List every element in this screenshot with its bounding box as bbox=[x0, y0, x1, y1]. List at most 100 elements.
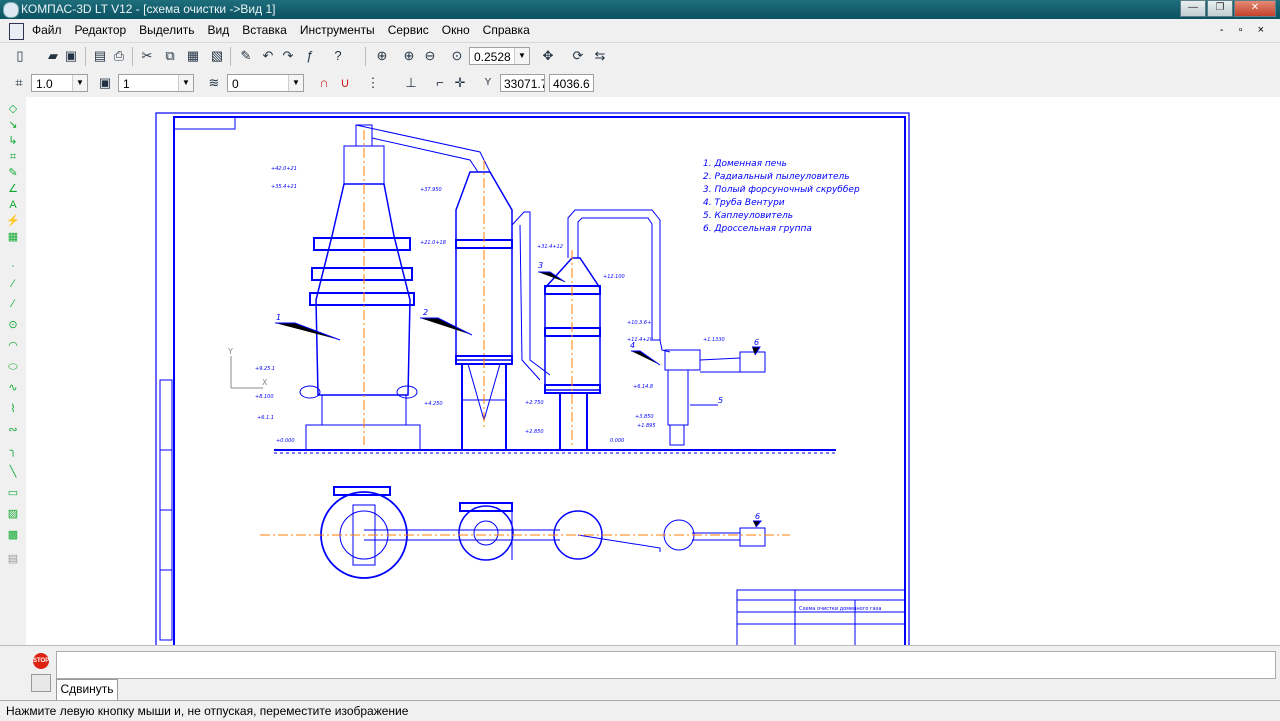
elevation-mark: +37.950 bbox=[420, 187, 442, 193]
help-cursor-icon[interactable]: ? bbox=[330, 48, 346, 64]
new-document-icon[interactable]: ▯ bbox=[12, 48, 28, 64]
zoom-combo[interactable]: 0.2528 ▼ bbox=[469, 47, 530, 65]
chamfer-tool-icon[interactable]: ╲ bbox=[5, 465, 21, 479]
fillet-tool-icon[interactable]: ╮ bbox=[5, 444, 21, 458]
contour-tool-icon[interactable]: ▩ bbox=[5, 528, 21, 542]
elevation-mark: +21.0+18 bbox=[420, 240, 446, 246]
maximize-button[interactable]: ❐ bbox=[1207, 0, 1233, 17]
parametrize-tool-icon[interactable]: ✎ bbox=[5, 166, 21, 180]
chevron-down-icon[interactable]: ▼ bbox=[288, 75, 303, 91]
arc-tool-icon[interactable]: ◠ bbox=[5, 339, 21, 353]
layer-value: 1 bbox=[123, 77, 130, 91]
snap-point-icon[interactable]: ✛ bbox=[452, 75, 468, 91]
snap-magnet-icon[interactable]: ∩ bbox=[316, 75, 332, 91]
measure-tool-icon[interactable]: ∠ bbox=[5, 182, 21, 196]
chevron-down-icon[interactable]: ▼ bbox=[514, 48, 529, 64]
elevation-mark: +42.0+21 bbox=[271, 166, 297, 172]
function-icon[interactable]: ƒ bbox=[302, 48, 318, 64]
snap-magnet-off-icon[interactable]: ∪ bbox=[337, 75, 353, 91]
legend-item: 5. Каплеуловитель bbox=[703, 211, 793, 221]
menu-help[interactable]: Справка bbox=[483, 23, 530, 37]
coord-y-field[interactable]: 4036.6 bbox=[549, 74, 594, 92]
redo-icon[interactable]: ↷ bbox=[280, 48, 296, 64]
tab-pan[interactable]: Сдвинуть bbox=[56, 679, 118, 700]
hatch-tool-icon[interactable]: ▨ bbox=[5, 507, 21, 521]
menu-select[interactable]: Выделить bbox=[139, 23, 194, 37]
close-button[interactable]: ✕ bbox=[1234, 0, 1276, 17]
spline-tool-icon[interactable]: ∿ bbox=[5, 381, 21, 395]
pan-icon[interactable]: ✥ bbox=[540, 48, 556, 64]
open-folder-icon[interactable]: ▰ bbox=[45, 48, 61, 64]
menu-bar: Файл Редактор Выделить Вид Вставка Инстр… bbox=[0, 19, 1280, 43]
edit-tool-icon[interactable]: ⌗ bbox=[5, 150, 21, 164]
chevron-down-icon[interactable]: ▼ bbox=[72, 75, 87, 91]
legend-item: 4. Труба Вентури bbox=[703, 198, 785, 208]
local-cs-icon[interactable]: ⊥ bbox=[403, 75, 419, 91]
menu-edit[interactable]: Редактор bbox=[75, 23, 127, 37]
zoom-scale-icon[interactable]: ⊙ bbox=[449, 48, 465, 64]
drawing-svg: Y X 1. Доменная печь 2. Радиальный пылеу… bbox=[155, 112, 910, 645]
circle-tool-icon[interactable]: ⊙ bbox=[5, 318, 21, 332]
chevron-down-icon[interactable]: ▼ bbox=[178, 75, 193, 91]
refresh-view-icon[interactable]: ⟳ bbox=[570, 48, 586, 64]
style-combo[interactable]: 0 ▼ bbox=[227, 74, 304, 92]
segment-tool-icon[interactable]: ∕ bbox=[5, 297, 21, 311]
zoom-window-icon[interactable]: ⊕ bbox=[374, 48, 390, 64]
rectangle-tool-icon[interactable]: ▭ bbox=[5, 486, 21, 500]
report-tool-icon[interactable]: ▦ bbox=[5, 230, 21, 244]
elevation-mark: +1.895 bbox=[637, 423, 656, 429]
select-tool-icon[interactable]: A bbox=[5, 198, 21, 212]
polyline-tool-icon[interactable]: ⌇ bbox=[5, 402, 21, 416]
undo-icon[interactable]: ↶ bbox=[260, 48, 276, 64]
kompas-app-icon[interactable] bbox=[3, 2, 19, 18]
options-icon[interactable] bbox=[31, 674, 51, 692]
geometry-tool-icon[interactable]: ◇ bbox=[5, 102, 21, 116]
window-title: КОМПАС-3D LT V12 - [схема очистки ->Вид … bbox=[21, 2, 276, 16]
spec-tool-icon[interactable]: ⚡ bbox=[5, 214, 21, 228]
save-icon[interactable]: ▣ bbox=[63, 48, 79, 64]
elevation-mark: +31.4+12 bbox=[537, 244, 563, 250]
preview-icon[interactable]: ▤ bbox=[92, 48, 108, 64]
show-all-icon[interactable]: ⇆ bbox=[592, 48, 608, 64]
aux-line-tool-icon[interactable]: ⁄ bbox=[5, 277, 21, 291]
menu-insert[interactable]: Вставка bbox=[242, 23, 287, 37]
ellipse-tool-icon[interactable]: ⬭ bbox=[5, 360, 21, 374]
coord-x-field[interactable]: 33071.7 bbox=[500, 74, 545, 92]
line-scale-combo[interactable]: 1.0 ▼ bbox=[31, 74, 88, 92]
point-tool-icon[interactable]: · bbox=[5, 259, 21, 273]
menu-view[interactable]: Вид bbox=[208, 23, 230, 37]
designations-tool-icon[interactable]: ↳ bbox=[5, 134, 21, 148]
line-style-icon[interactable]: ⌗ bbox=[11, 75, 27, 91]
menu-window[interactable]: Окно bbox=[442, 23, 470, 37]
callout-number: 2 bbox=[423, 308, 428, 317]
legend: 1. Доменная печь 2. Радиальный пылеулови… bbox=[703, 159, 860, 234]
mdi-window-controls[interactable]: - ▫ × bbox=[1220, 24, 1270, 36]
cut-icon[interactable]: ✂ bbox=[139, 48, 155, 64]
zoom-in-icon[interactable]: ⊕ bbox=[401, 48, 417, 64]
document-icon[interactable] bbox=[9, 23, 24, 40]
layer-icon[interactable]: ▣ bbox=[97, 75, 113, 91]
menu-service[interactable]: Сервис bbox=[388, 23, 429, 37]
elevation-mark: 0.000 bbox=[610, 438, 624, 444]
command-parameters-field[interactable] bbox=[56, 651, 1276, 679]
layer-combo[interactable]: 1 ▼ bbox=[118, 74, 194, 92]
drawing-canvas[interactable]: Y X 1. Доменная печь 2. Радиальный пылеу… bbox=[26, 97, 1280, 645]
menu-file[interactable]: Файл bbox=[32, 23, 62, 37]
paste-icon[interactable]: ▦ bbox=[185, 48, 201, 64]
collection-tool-icon[interactable]: ▤ bbox=[5, 552, 21, 566]
paste-special-icon[interactable]: ▧ bbox=[209, 48, 225, 64]
status-bar: Нажмите левую кнопку мыши и, не отпуская… bbox=[0, 700, 1280, 721]
format-brush-icon[interactable]: ✎ bbox=[238, 48, 254, 64]
copy-icon[interactable]: ⧉ bbox=[162, 48, 178, 64]
menu-tools[interactable]: Инструменты bbox=[300, 23, 375, 37]
ortho-icon[interactable]: ⌐ bbox=[432, 75, 448, 91]
stop-icon[interactable]: STOP bbox=[33, 653, 49, 669]
grid-icon[interactable]: ⋮ bbox=[365, 75, 381, 91]
bezier-tool-icon[interactable]: ∾ bbox=[5, 423, 21, 437]
minimize-button[interactable]: — bbox=[1180, 0, 1206, 17]
print-icon[interactable]: ⎙ bbox=[111, 48, 127, 64]
elevation-mark: +35.4+21 bbox=[271, 184, 297, 190]
style-icon[interactable]: ≋ bbox=[206, 75, 222, 91]
zoom-out-icon[interactable]: ⊖ bbox=[422, 48, 438, 64]
dimensions-tool-icon[interactable]: ↘ bbox=[5, 118, 21, 132]
